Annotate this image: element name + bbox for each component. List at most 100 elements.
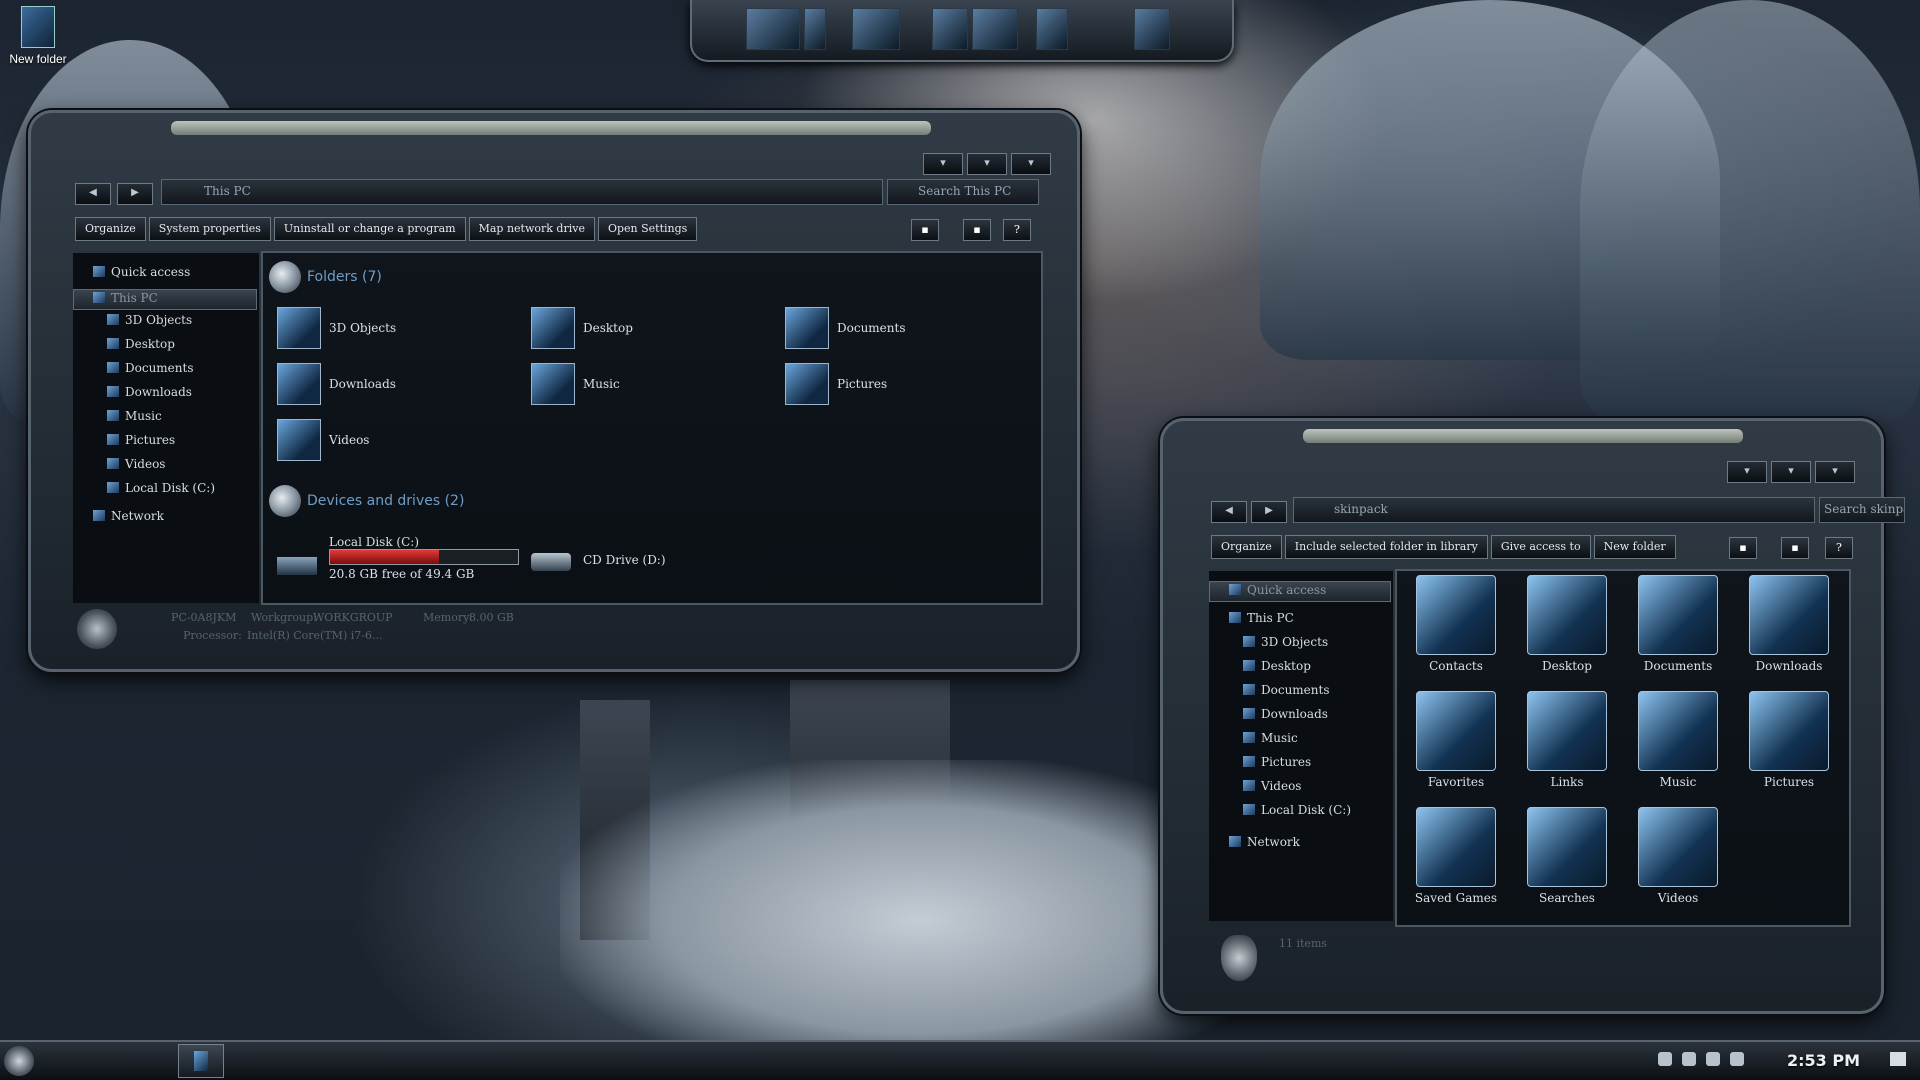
trash-icon[interactable] xyxy=(1134,8,1170,50)
documents-icon xyxy=(1243,684,1255,695)
item-links[interactable]: Links xyxy=(1512,691,1622,789)
view-options-button[interactable]: ▪ xyxy=(1729,537,1757,559)
hard-drive-icon xyxy=(277,557,317,575)
open-settings-button[interactable]: Open Settings xyxy=(597,217,698,241)
close-button[interactable]: ▾ xyxy=(1815,461,1855,483)
organize-button[interactable]: Organize xyxy=(1211,535,1282,559)
top-dock xyxy=(690,0,1234,62)
drive-usage-fill xyxy=(330,550,440,564)
nav-item-pictures[interactable]: Pictures xyxy=(1243,755,1311,769)
nav-this-pc[interactable]: This PC xyxy=(93,291,158,305)
network-tray-icon[interactable] xyxy=(1682,1052,1696,1066)
nav-item-videos[interactable]: Videos xyxy=(1243,779,1301,793)
search-box[interactable]: Search skinpack xyxy=(1819,497,1905,523)
contacts-icon xyxy=(1416,575,1496,655)
notebook-icon[interactable] xyxy=(852,8,900,50)
give-access-button[interactable]: Give access to xyxy=(1490,535,1591,559)
drive-local-disk[interactable]: Local Disk (C:) 20.8 GB free of 49.4 GB xyxy=(277,535,519,591)
phone-icon[interactable] xyxy=(1036,8,1068,50)
item-music[interactable]: Music xyxy=(1623,691,1733,789)
network-icon xyxy=(1229,836,1241,847)
snowy-tree xyxy=(1580,0,1920,420)
monitor-icon[interactable] xyxy=(746,8,800,50)
window-controls: ▾ ▾ ▾ xyxy=(1727,461,1855,483)
item-desktop[interactable]: Desktop xyxy=(1512,575,1622,673)
preview-pane-button[interactable]: ▪ xyxy=(1781,537,1809,559)
maximize-button[interactable]: ▾ xyxy=(1771,461,1811,483)
nav-item-downloads[interactable]: Downloads xyxy=(107,385,192,399)
new-folder-button[interactable]: New folder xyxy=(1593,535,1676,559)
include-in-library-button[interactable]: Include selected folder in library xyxy=(1284,535,1488,559)
back-button[interactable]: ◀ xyxy=(1211,501,1247,523)
item-favorites[interactable]: Favorites xyxy=(1401,691,1511,789)
close-button[interactable]: ▾ xyxy=(1011,153,1051,175)
devices-header[interactable]: Devices and drives (2) xyxy=(269,485,464,517)
taskbar-explorer-button[interactable] xyxy=(178,1044,224,1078)
preview-pane-button[interactable]: ▪ xyxy=(963,219,991,241)
minimize-button[interactable]: ▾ xyxy=(1727,461,1767,483)
desktop-folder-icon[interactable]: New folder xyxy=(6,6,70,66)
command-bar: Organize System properties Uninstall or … xyxy=(75,217,698,241)
camera-icon[interactable] xyxy=(972,8,1018,50)
help-button[interactable]: ? xyxy=(1825,537,1853,559)
nav-item-documents[interactable]: Documents xyxy=(1243,683,1329,697)
nav-quick-access[interactable]: Quick access xyxy=(1229,583,1326,597)
search-box[interactable]: Search This PC xyxy=(887,179,1039,205)
nav-item-3d-objects[interactable]: 3D Objects xyxy=(1243,635,1328,649)
nav-item-3d-objects[interactable]: 3D Objects xyxy=(107,313,192,327)
media-icon[interactable] xyxy=(932,8,968,50)
back-button[interactable]: ◀ xyxy=(75,183,111,205)
nav-item-videos[interactable]: Videos xyxy=(107,457,165,471)
pc-emblem-icon xyxy=(77,609,117,649)
item-pictures[interactable]: Pictures xyxy=(1734,691,1844,789)
headphones-icon xyxy=(1638,691,1718,771)
address-bar[interactable]: This PC xyxy=(161,179,883,205)
item-searches[interactable]: Searches xyxy=(1512,807,1622,905)
nav-item-music[interactable]: Music xyxy=(107,409,162,423)
notification-icon[interactable] xyxy=(1890,1052,1906,1066)
nav-item-desktop[interactable]: Desktop xyxy=(107,337,175,351)
organize-button[interactable]: Organize xyxy=(75,217,146,241)
nav-network[interactable]: Network xyxy=(93,509,164,523)
maximize-button[interactable]: ▾ xyxy=(967,153,1007,175)
taskbar-clock[interactable]: 2:53 PM xyxy=(1787,1051,1860,1070)
item-documents[interactable]: Documents xyxy=(1623,575,1733,673)
globe-icon[interactable] xyxy=(1658,1052,1672,1066)
nav-item-downloads[interactable]: Downloads xyxy=(1243,707,1328,721)
cube-icon xyxy=(107,314,119,325)
book-icon[interactable] xyxy=(804,8,826,50)
nav-item-local-disk[interactable]: Local Disk (C:) xyxy=(1243,803,1351,817)
nav-item-music[interactable]: Music xyxy=(1243,731,1298,745)
forward-button[interactable]: ▶ xyxy=(117,183,153,205)
start-button[interactable] xyxy=(4,1046,34,1076)
nav-item-desktop[interactable]: Desktop xyxy=(1243,659,1311,673)
downloads-icon xyxy=(1749,575,1829,655)
monitor-tray-icon[interactable] xyxy=(1706,1052,1720,1066)
pictures-icon xyxy=(1243,756,1255,767)
item-videos[interactable]: Videos xyxy=(1623,807,1733,905)
minimize-button[interactable]: ▾ xyxy=(923,153,963,175)
uninstall-program-button[interactable]: Uninstall or change a program xyxy=(273,217,466,241)
nav-item-local-disk[interactable]: Local Disk (C:) xyxy=(107,481,215,495)
file-explorer-icon xyxy=(194,1051,208,1071)
nav-quick-access[interactable]: Quick access xyxy=(93,265,190,279)
volume-icon[interactable] xyxy=(1730,1052,1744,1066)
pc-name: PC-0A8JKM xyxy=(171,611,237,624)
address-bar[interactable]: skinpack xyxy=(1293,497,1815,523)
forward-button[interactable]: ▶ xyxy=(1251,501,1287,523)
nav-network[interactable]: Network xyxy=(1229,835,1300,849)
star-icon xyxy=(1416,691,1496,771)
folder-icon xyxy=(21,6,55,48)
view-options-button[interactable]: ▪ xyxy=(911,219,939,241)
pictures-icon xyxy=(107,434,119,445)
item-downloads[interactable]: Downloads xyxy=(1734,575,1844,673)
system-properties-button[interactable]: System properties xyxy=(148,217,271,241)
folders-header[interactable]: Folders (7) xyxy=(269,261,382,293)
item-saved-games[interactable]: Saved Games xyxy=(1401,807,1511,905)
help-button[interactable]: ? xyxy=(1003,219,1031,241)
item-contacts[interactable]: Contacts xyxy=(1401,575,1511,673)
nav-this-pc[interactable]: This PC xyxy=(1229,611,1294,625)
map-network-drive-button[interactable]: Map network drive xyxy=(468,217,595,241)
nav-item-documents[interactable]: Documents xyxy=(107,361,193,375)
nav-item-pictures[interactable]: Pictures xyxy=(107,433,175,447)
